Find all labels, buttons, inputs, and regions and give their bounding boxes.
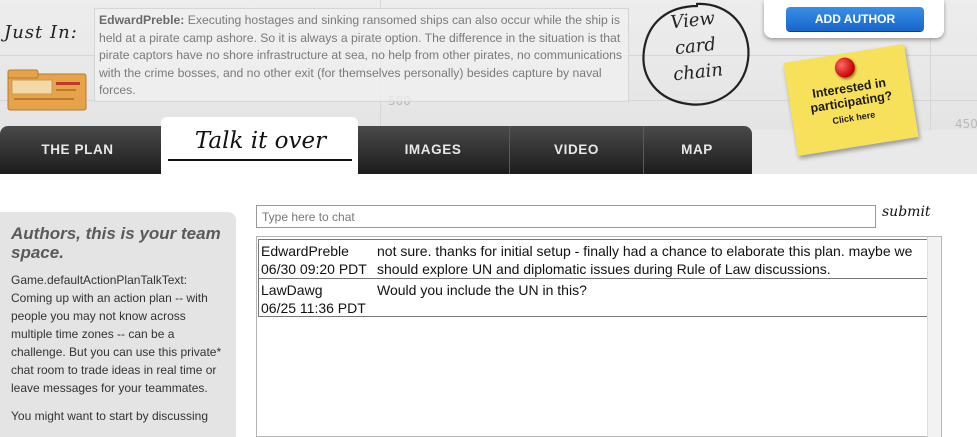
chat-text: Would you include the UN in this?	[377, 282, 587, 298]
chat-message-meta: EdwardPreble 06/30 09:20 PDT	[261, 242, 373, 278]
news-author[interactable]: EdwardPreble:	[99, 13, 184, 27]
sidebar-title: Authors, this is your team space.	[11, 224, 221, 262]
team-space-sidebar: Authors, this is your team space. Game.d…	[0, 212, 236, 437]
tab-video[interactable]: VIDEO	[510, 126, 643, 174]
tab-underline	[168, 159, 352, 161]
tab-the-plan[interactable]: THE PLAN	[0, 126, 155, 174]
tab-talk-it-over-label[interactable]: Talk it over	[168, 128, 353, 154]
tab-map[interactable]: MAP	[644, 126, 750, 174]
add-author-panel: ADD AUTHOR	[764, 0, 944, 38]
sticky-note-text[interactable]: Interested in participating? Click here	[792, 72, 911, 133]
map-number: 450	[955, 117, 977, 130]
chat-user: EdwardPreble	[261, 243, 349, 259]
chat-input[interactable]	[256, 205, 876, 228]
chat-log[interactable]: EdwardPreble 06/30 09:20 PDT not sure. t…	[256, 236, 942, 437]
chat-message-meta: LawDawg 06/25 11:36 PDT	[261, 281, 373, 317]
view-card-chain-label[interactable]: View card chain	[632, 0, 758, 92]
participate-sticky-note[interactable]: Interested in participating? Click here	[783, 44, 919, 156]
chat-user: LawDawg	[261, 282, 323, 298]
tab-images[interactable]: IMAGES	[358, 126, 508, 174]
add-author-button[interactable]: ADD AUTHOR	[786, 7, 924, 31]
view-card-chain-link[interactable]: View card chain	[636, 0, 754, 110]
pushpin-icon	[833, 56, 857, 80]
sidebar-more-text: You might want to start by discussing	[11, 409, 208, 423]
chat-scrollbar[interactable]	[927, 237, 941, 437]
chat-time: 06/25 11:36 PDT	[261, 300, 366, 316]
chat-message: EdwardPreble 06/30 09:20 PDT not sure. t…	[258, 239, 928, 279]
chat-time: 06/30 09:20 PDT	[261, 261, 367, 277]
submit-button[interactable]: submit	[882, 204, 931, 220]
sidebar-description: Game.defaultActionPlanTalkText: Coming u…	[11, 273, 222, 395]
just-in-label: Just In:	[4, 22, 78, 43]
folder-icon	[7, 69, 87, 111]
chat-message: LawDawg 06/25 11:36 PDT Would you includ…	[258, 278, 928, 317]
news-item[interactable]: EdwardPreble: Executing hostages and sin…	[94, 8, 629, 102]
chat-text: not sure. thanks for initial setup - fin…	[377, 243, 913, 277]
